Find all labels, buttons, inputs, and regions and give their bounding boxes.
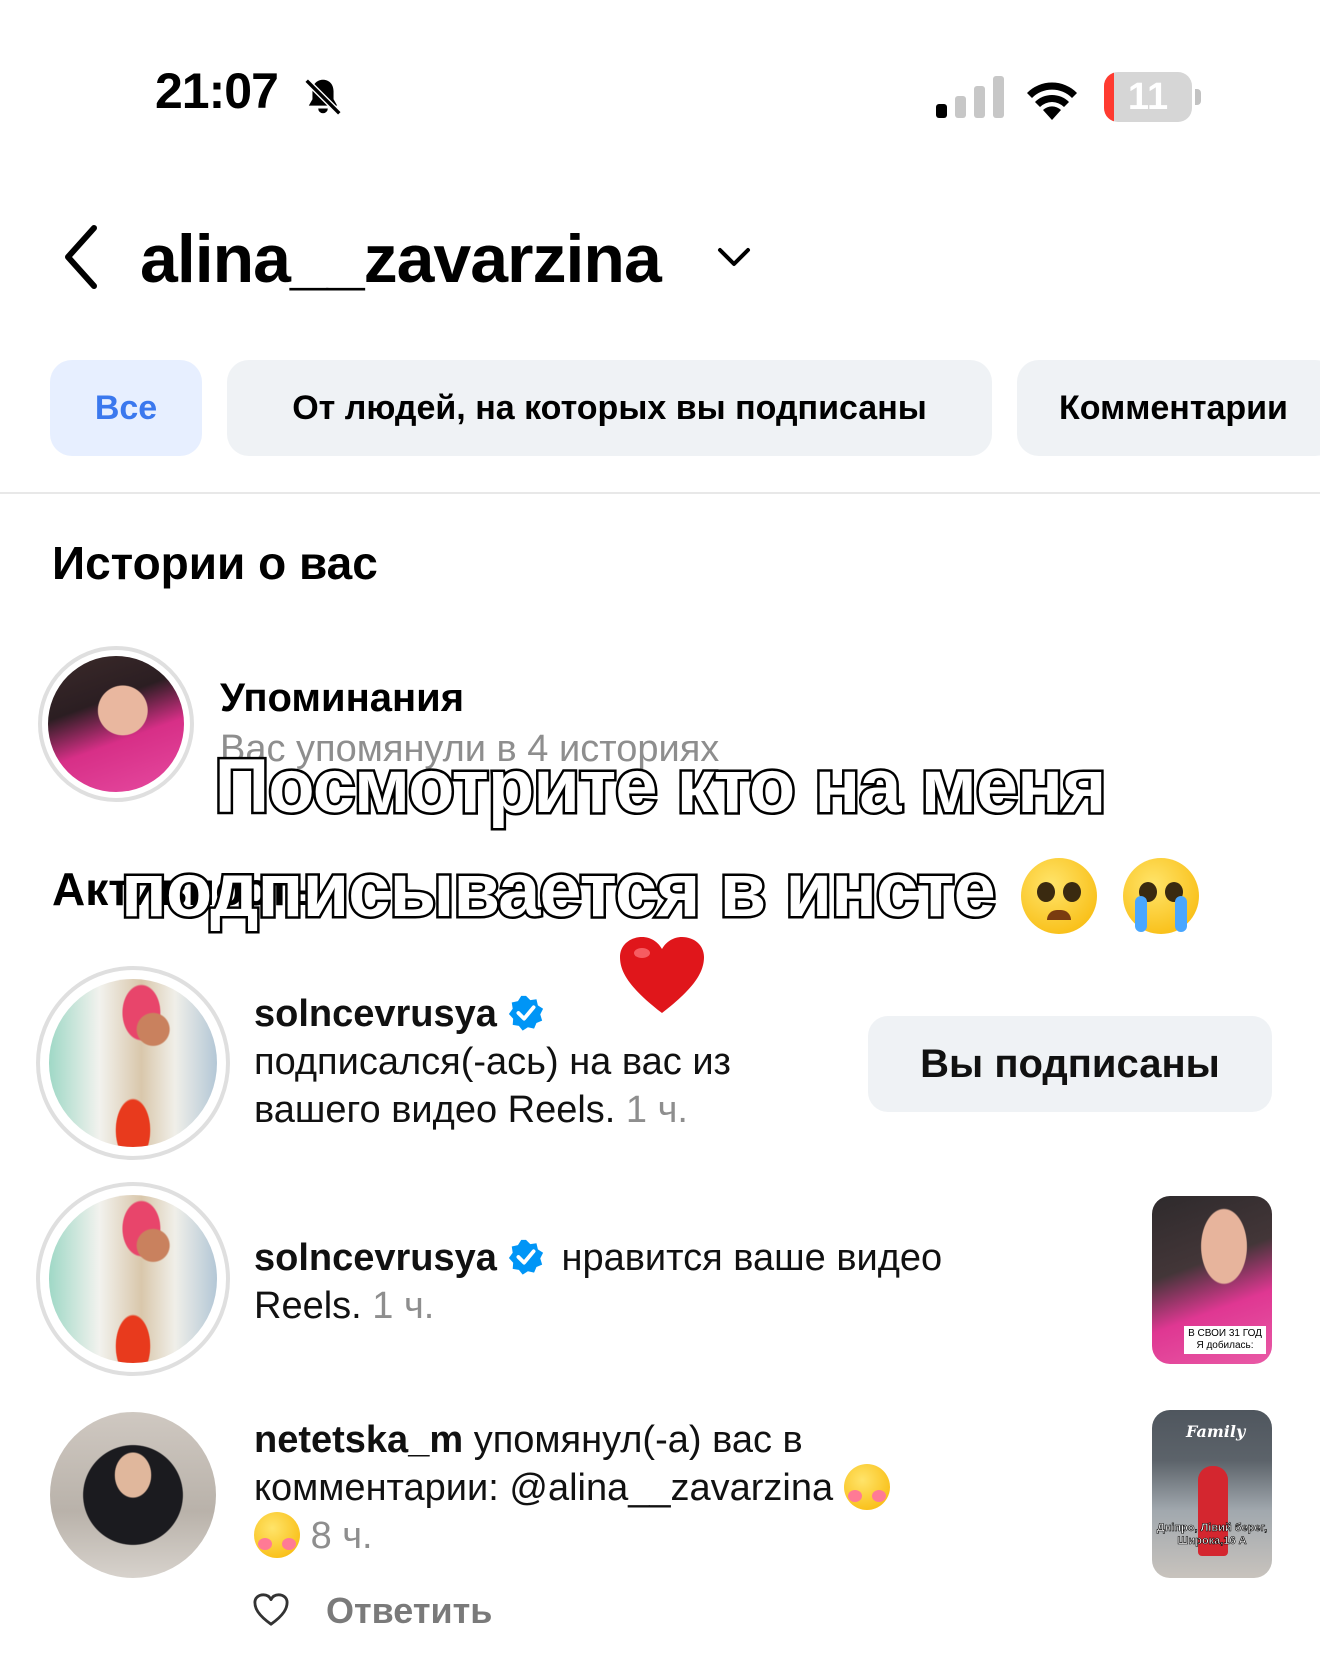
notification-username[interactable]: netetska_m bbox=[254, 1419, 463, 1461]
verified-badge-icon bbox=[508, 995, 544, 1031]
thumbnail-brand: Family bbox=[1186, 1422, 1246, 1441]
following-button[interactable]: Вы подписаны bbox=[868, 1016, 1272, 1112]
overlay-caption-line2: подписывается в инсте bbox=[118, 846, 998, 936]
notification-time: 1 ч. bbox=[372, 1285, 435, 1327]
verified-badge-icon bbox=[508, 1239, 544, 1275]
avatar-image bbox=[49, 1195, 217, 1363]
reels-thumbnail[interactable]: В СВОИ 31 ГОД Я добилась: bbox=[1152, 1196, 1272, 1364]
pleading-face-emoji bbox=[1020, 857, 1097, 934]
bell-slash-icon bbox=[304, 78, 342, 116]
wifi-icon bbox=[1027, 82, 1077, 120]
notification-avatar[interactable] bbox=[36, 966, 230, 1160]
battery-body: 11 bbox=[1104, 72, 1192, 122]
tab-all[interactable]: Все bbox=[50, 360, 202, 456]
notification-time: 1 ч. bbox=[625, 1089, 688, 1131]
like-heart-icon[interactable] bbox=[252, 1592, 290, 1628]
notification-time: 8 ч. bbox=[310, 1515, 373, 1557]
notification-text: netetska_m упомянул(-а) вас в комментари… bbox=[254, 1416, 1014, 1560]
smiling-face-with-hearts-emoji bbox=[254, 1512, 300, 1558]
avatar-image bbox=[49, 979, 217, 1147]
notification-text: solncevrusya нравится ваше видео Reels. … bbox=[254, 1234, 1034, 1330]
stories-section-title: Истории о вас bbox=[52, 537, 378, 589]
tab-following[interactable]: От людей, на которых вы подписаны bbox=[227, 360, 992, 456]
notification-text: solncevrusya подписался(-ась) на вас из … bbox=[254, 990, 854, 1134]
smiling-face-with-hearts-emoji bbox=[843, 1464, 890, 1510]
tab-comments[interactable]: Комментарии bbox=[1017, 360, 1320, 456]
battery-icon: 11 bbox=[1104, 72, 1201, 122]
battery-level: 11 bbox=[1127, 76, 1169, 118]
notification-avatar[interactable] bbox=[50, 1412, 216, 1578]
cellular-signal-icon bbox=[936, 76, 1004, 118]
thumbnail-caption: В СВОИ 31 ГОД Я добилась: bbox=[1184, 1326, 1266, 1354]
loudly-crying-face-emoji bbox=[1123, 857, 1200, 934]
overlay-caption-line2-wrap: подписывается в инсте bbox=[60, 839, 1260, 943]
notification-avatar[interactable] bbox=[36, 1182, 230, 1376]
mentions-title[interactable]: Упоминания bbox=[220, 676, 464, 721]
notification-username[interactable]: solncevrusya bbox=[254, 993, 497, 1035]
divider bbox=[0, 492, 1320, 494]
post-thumbnail[interactable]: Family Дніпро, Лівий берег, Широка,16 А bbox=[1152, 1410, 1272, 1578]
reply-link[interactable]: Ответить bbox=[326, 1590, 492, 1632]
thumbnail-caption: Дніпро, Лівий берег, Широка,16 А bbox=[1156, 1522, 1268, 1548]
status-time: 21:07 bbox=[155, 63, 279, 119]
overlay-caption-line1: Посмотрите кто на меня bbox=[212, 742, 1109, 832]
battery-tip bbox=[1195, 89, 1201, 105]
account-username[interactable]: alina__zavarzina bbox=[140, 220, 662, 298]
chevron-down-icon[interactable] bbox=[716, 244, 752, 270]
notification-username[interactable]: solncevrusya bbox=[254, 1237, 497, 1279]
back-chevron-icon[interactable] bbox=[58, 222, 108, 292]
overlay-caption: Посмотрите кто на меня подписывается в и… bbox=[60, 735, 1260, 943]
